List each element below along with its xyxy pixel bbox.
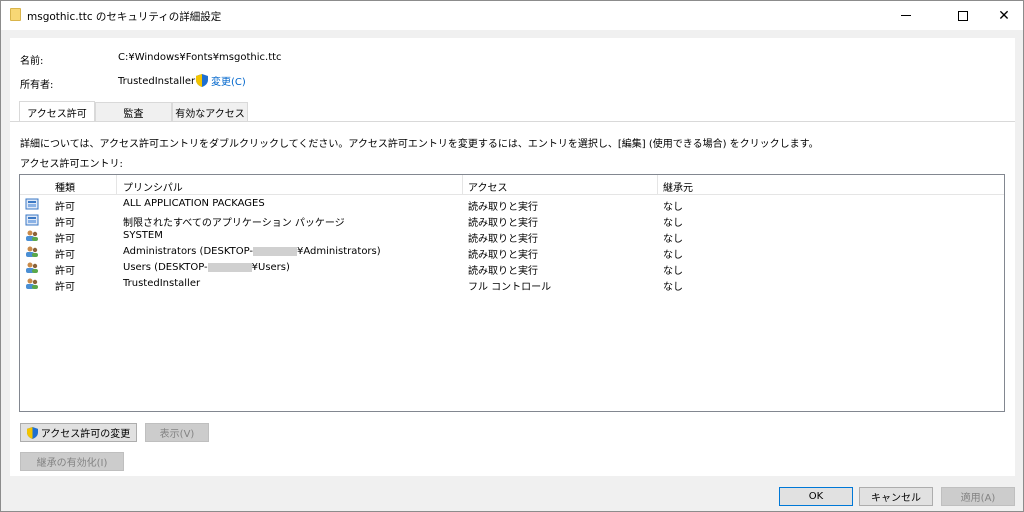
permission-entries-list[interactable]: 種類 プリンシパル アクセス 継承元 許可 ALL APPLICATION PA…: [19, 174, 1005, 412]
name-label: 名前:: [20, 56, 44, 67]
row-inherited: なし: [663, 202, 683, 213]
entries-label: アクセス許可エントリ:: [20, 159, 123, 170]
row-access: 読み取りと実行: [468, 266, 538, 277]
row-inherited: なし: [663, 218, 683, 229]
row-principal: Users (DESKTOP- ¥Users): [123, 262, 290, 273]
row-principal: ALL APPLICATION PACKAGES: [123, 198, 265, 209]
row-type: 許可: [55, 250, 75, 261]
table-row[interactable]: 許可 Users (DESKTOP- ¥Users) 読み取りと実行 なし: [20, 260, 1004, 277]
column-separator: [657, 175, 658, 195]
title-bar: msgothic.ttc のセキュリティの詳細設定 ✕: [1, 1, 1023, 30]
change-permissions-button[interactable]: アクセス許可の変更: [20, 423, 137, 442]
row-type: 許可: [55, 282, 75, 293]
main-panel: 名前: C:¥Windows¥Fonts¥msgothic.ttc 所有者: T…: [10, 38, 1015, 476]
users-icon: [26, 262, 38, 273]
owner-label: 所有者:: [20, 80, 54, 91]
maximize-button[interactable]: [940, 1, 986, 30]
row-type: 許可: [55, 266, 75, 277]
ok-button[interactable]: OK: [779, 487, 853, 506]
apply-button[interactable]: 適用(A): [941, 487, 1015, 506]
row-principal: 制限されたすべてのアプリケーション パッケージ: [123, 214, 345, 229]
column-inherited[interactable]: 継承元: [663, 179, 693, 194]
redacted-block: [207, 262, 252, 272]
name-value: C:¥Windows¥Fonts¥msgothic.ttc: [118, 52, 282, 63]
tab-permissions[interactable]: アクセス許可: [19, 101, 95, 122]
principal-text: TrustedInstaller: [123, 278, 201, 289]
cancel-button[interactable]: キャンセル: [859, 487, 933, 506]
principal-text: ALL APPLICATION PACKAGES: [123, 198, 265, 209]
package-icon: [25, 198, 39, 210]
owner-change-link[interactable]: 変更(C): [196, 73, 246, 88]
description-text: 詳細については、アクセス許可エントリをダブルクリックしてください。アクセス許可エ…: [20, 139, 819, 150]
owner-change-label: 変更(C): [211, 77, 246, 88]
table-row[interactable]: 許可 TrustedInstaller フル コントロール なし: [20, 276, 1004, 293]
row-inherited: なし: [663, 266, 683, 277]
list-header: 種類 プリンシパル アクセス 継承元: [20, 175, 1004, 195]
package-icon: [25, 214, 39, 226]
principal-text: Users (DESKTOP-: [123, 262, 208, 273]
window-title: msgothic.ttc のセキュリティの詳細設定: [27, 11, 222, 23]
tab-divider: [10, 121, 1015, 122]
table-row[interactable]: 許可 SYSTEM 読み取りと実行 なし: [20, 228, 1004, 245]
principal-text: Administrators (DESKTOP-: [123, 246, 254, 257]
table-row[interactable]: 許可 ALL APPLICATION PACKAGES 読み取りと実行 なし: [20, 196, 1004, 213]
row-access: 読み取りと実行: [468, 218, 538, 229]
row-principal: SYSTEM: [123, 230, 163, 241]
principal-text: SYSTEM: [123, 230, 163, 241]
row-access: 読み取りと実行: [468, 202, 538, 213]
row-type: 許可: [55, 234, 75, 245]
users-icon: [26, 278, 38, 289]
row-inherited: なし: [663, 234, 683, 245]
row-access: 読み取りと実行: [468, 250, 538, 261]
uac-shield-icon: [26, 426, 38, 439]
row-principal: TrustedInstaller: [123, 278, 200, 289]
uac-shield-icon: [196, 74, 208, 87]
row-access: 読み取りと実行: [468, 234, 538, 245]
table-row[interactable]: 許可 Administrators (DESKTOP- ¥Administrato…: [20, 244, 1004, 261]
column-type[interactable]: 種類: [55, 179, 75, 194]
users-icon: [26, 230, 38, 241]
folder-icon: [10, 8, 21, 21]
column-access[interactable]: アクセス: [468, 179, 508, 194]
table-row[interactable]: 許可 制限されたすべてのアプリケーション パッケージ 読み取りと実行 なし: [20, 212, 1004, 229]
security-dialog: msgothic.ttc のセキュリティの詳細設定 ✕ 名前: C:¥Windo…: [0, 0, 1024, 512]
minimize-button[interactable]: [883, 1, 929, 30]
tab-auditing[interactable]: 監査: [95, 102, 172, 121]
row-inherited: なし: [663, 282, 683, 293]
row-principal: Administrators (DESKTOP- ¥Administrators): [123, 246, 381, 257]
minimize-icon: [901, 15, 911, 16]
close-button[interactable]: ✕: [981, 1, 1024, 30]
close-icon: ✕: [998, 7, 1010, 24]
change-permissions-label: アクセス許可の変更: [40, 429, 131, 440]
column-separator: [462, 175, 463, 195]
row-access: フル コントロール: [468, 282, 552, 293]
row-type: 許可: [55, 202, 75, 213]
users-icon: [26, 246, 38, 257]
owner-value: TrustedInstaller: [118, 76, 196, 87]
redacted-block: [253, 246, 298, 256]
show-button[interactable]: 表示(V): [145, 423, 209, 442]
column-principal[interactable]: プリンシパル: [123, 179, 183, 194]
row-inherited: なし: [663, 250, 683, 261]
tab-effective-access[interactable]: 有効なアクセス: [172, 102, 248, 121]
column-separator: [116, 175, 117, 195]
maximize-icon: [958, 10, 968, 21]
principal-suffix: ¥Administrators): [297, 246, 381, 257]
row-type: 許可: [55, 218, 75, 229]
enable-inheritance-button[interactable]: 継承の有効化(I): [20, 452, 124, 471]
principal-suffix: ¥Users): [251, 262, 290, 273]
